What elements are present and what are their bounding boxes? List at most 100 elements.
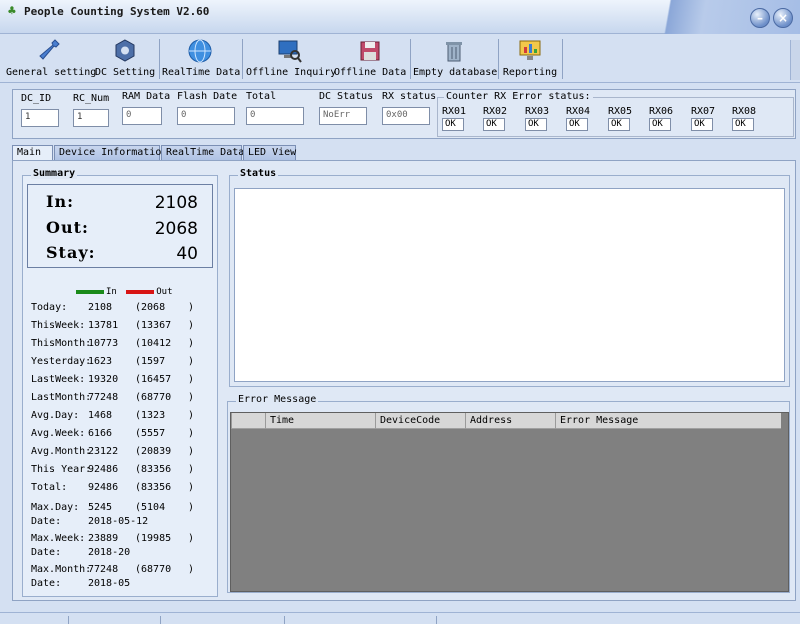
rx-value: OK (732, 118, 754, 131)
reporting-button[interactable]: Reporting (501, 35, 559, 81)
summary-title: Summary (31, 168, 78, 179)
close-icon[interactable]: × (773, 8, 793, 28)
stat-in-value: 5245 (88, 502, 113, 513)
error-message-panel: Error Message Time DeviceCode Address Er… (227, 394, 790, 593)
column-header-error-message[interactable]: Error Message (555, 413, 781, 429)
stat-in-value: 13781 (88, 320, 119, 331)
summary-panel: Summary In: 2108 Out: 2068 Stay: 40 In O… (22, 168, 218, 597)
rx-value: OK (566, 118, 588, 131)
rx-value: OK (649, 118, 671, 131)
realtime-data-button[interactable]: RealTime Data (162, 35, 240, 81)
status-title: Status (238, 168, 279, 179)
rx02-status: RX02 OK (483, 106, 521, 131)
status-output-area[interactable] (234, 188, 785, 382)
stat-label: Max.Week: (31, 533, 86, 544)
date-label: Date: (31, 547, 62, 558)
offline-data-button[interactable]: Offline Data (334, 35, 406, 81)
stat-in-value: 2108 (88, 302, 113, 313)
status-bar-separator (284, 616, 285, 624)
toolbar-separator (498, 39, 499, 79)
column-header-devicecode[interactable]: DeviceCode (375, 413, 465, 429)
empty-database-label: Empty database (413, 67, 498, 78)
status-bar-separator (436, 616, 437, 624)
error-message-grid[interactable]: Time DeviceCode Address Error Message (230, 412, 789, 592)
stat-label: Today: (31, 302, 68, 313)
ram-data-label: RAM Data (122, 91, 171, 102)
stat-close-paren: ) (188, 464, 195, 475)
computer-search-icon (278, 40, 302, 63)
dc-id-input[interactable]: 1 (21, 109, 59, 127)
in-legend-swatch (76, 289, 104, 294)
rx-value: OK (525, 118, 547, 131)
rx-label: RX05 (608, 106, 633, 117)
stat-out-value: (83356 (135, 464, 172, 475)
stat-out-value: (68770 (135, 564, 172, 575)
stay-value: 40 (176, 244, 198, 264)
wrench-icon (39, 39, 60, 60)
toolbar-scroll-edge (790, 40, 800, 80)
stat-in-value: 77248 (88, 392, 119, 403)
stat-in-value: 92486 (88, 464, 119, 475)
stat-out-value: (68770 (135, 392, 172, 403)
stat-label: Avg.Day: (31, 410, 80, 421)
stat-in-value: 19320 (88, 374, 119, 385)
tab-realtime-data[interactable]: RealTime Data (161, 145, 244, 161)
rc-num-label: RC_Num (73, 93, 110, 104)
offline-inquiry-button[interactable]: Offline Inquiry (246, 35, 336, 81)
minimize-icon[interactable]: – (750, 8, 770, 28)
total-value: 0 (246, 107, 304, 125)
stat-label: This Year: (31, 464, 92, 475)
rx-status-label: RX status (382, 91, 437, 102)
stat-out-value: (1597 (135, 356, 166, 367)
stat-label: ThisWeek: (31, 320, 86, 331)
stat-in-value: 92486 (88, 482, 119, 493)
stat-in-value: 10773 (88, 338, 119, 349)
live-counts-box: In: 2108 Out: 2068 Stay: 40 (27, 184, 213, 268)
toolbar-separator (242, 39, 243, 79)
main-tab-content: Summary In: 2108 Out: 2068 Stay: 40 In O… (12, 160, 796, 601)
empty-database-button[interactable]: Empty database (413, 35, 498, 81)
rx-value: OK (608, 118, 630, 131)
dc-setting-label: DC Setting (95, 67, 156, 78)
stat-close-paren: ) (188, 533, 195, 544)
rx-label: RX08 (732, 106, 757, 117)
flash-date-label: Flash Date (177, 91, 238, 102)
globe-icon (188, 39, 212, 63)
toolbar-separator (410, 39, 411, 79)
flash-date-value: 0 (177, 107, 235, 125)
total-label: Total (246, 91, 277, 102)
offline-data-label: Offline Data (334, 67, 407, 78)
rx-label: RX06 (649, 106, 674, 117)
stat-label: Total: (31, 482, 68, 493)
app-logo-icon: ♣ (8, 4, 16, 19)
date-label: Date: (31, 516, 62, 527)
stat-out-value: (10412 (135, 338, 172, 349)
column-header-time[interactable]: Time (265, 413, 375, 429)
counter-rx-legend: Counter RX Error status: (444, 91, 593, 102)
rc-num-input[interactable]: 1 (73, 109, 109, 127)
dc-setting-button[interactable]: DC Setting (95, 35, 155, 81)
rx-label: RX07 (691, 106, 716, 117)
rx05-status: RX05 OK (608, 106, 646, 131)
stat-in-value: 77248 (88, 564, 119, 575)
stat-label: LastWeek: (31, 374, 86, 385)
stat-close-paren: ) (188, 392, 195, 403)
trash-icon (446, 42, 462, 62)
stat-out-value: (83356 (135, 482, 172, 493)
date-value: 2018-05 (88, 578, 131, 589)
stat-label: LastMonth: (31, 392, 92, 403)
stay-count-row: Stay: 40 (28, 241, 214, 267)
rx04-status: RX04 OK (566, 106, 604, 131)
rx-label: RX02 (483, 106, 508, 117)
stat-label: Yesterday: (31, 356, 92, 367)
date-value: 2018-20 (88, 547, 131, 558)
column-header-address[interactable]: Address (465, 413, 555, 429)
general-setting-label: General setting (6, 67, 97, 78)
stat-close-paren: ) (188, 502, 195, 513)
tab-device-information[interactable]: Device Information (54, 145, 167, 161)
toolbar-separator (159, 39, 160, 79)
reporting-label: Reporting (502, 67, 558, 78)
rx-value: OK (483, 118, 505, 131)
tab-led-view[interactable]: LED View (243, 145, 296, 161)
general-setting-button[interactable]: General setting (6, 35, 97, 81)
